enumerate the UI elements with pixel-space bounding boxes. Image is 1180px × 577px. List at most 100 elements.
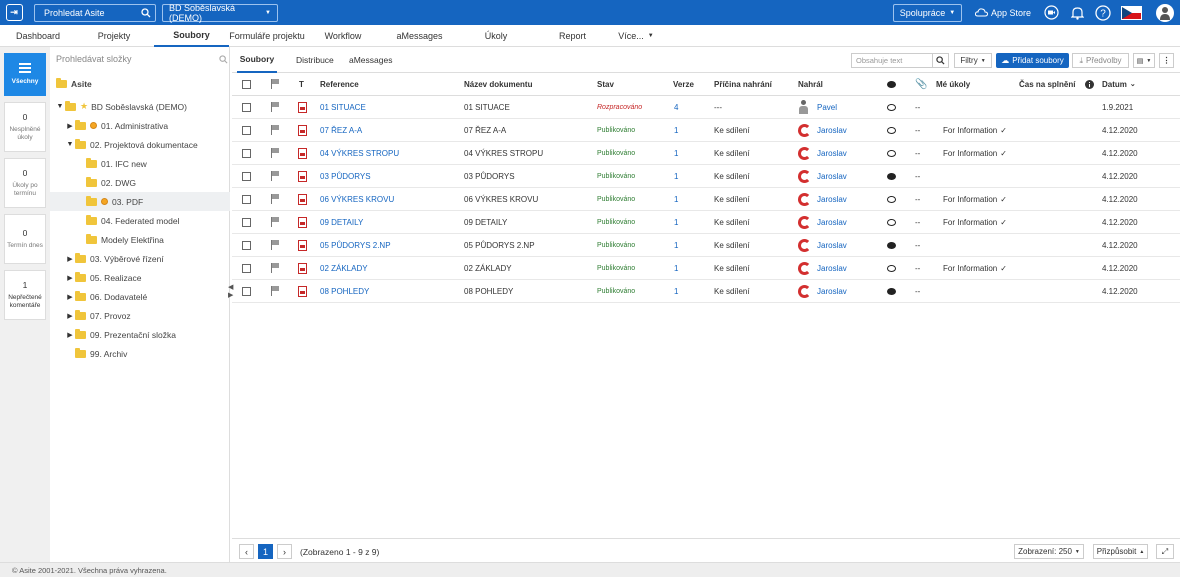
nav-projects[interactable]: Projekty bbox=[76, 25, 152, 47]
row-comments[interactable] bbox=[887, 257, 896, 279]
table-row[interactable]: 07 ŘEZ A-A 07 ŘEZ A-A Publikováno 1 Ke sdíle… bbox=[232, 119, 1180, 142]
row-checkbox[interactable] bbox=[242, 211, 251, 233]
row-uploader[interactable]: Jaroslav bbox=[798, 188, 847, 210]
row-uploader-name[interactable]: Jaroslav bbox=[817, 218, 847, 227]
preferences-button[interactable]: ⤓ Předvolby bbox=[1072, 53, 1129, 68]
col-date[interactable]: Datum ⌄ bbox=[1102, 73, 1136, 95]
row-comments[interactable] bbox=[887, 96, 896, 118]
checkbox[interactable] bbox=[242, 240, 251, 250]
row-flag[interactable] bbox=[271, 96, 280, 118]
checkbox[interactable] bbox=[242, 148, 251, 158]
checkbox[interactable] bbox=[242, 102, 251, 112]
tree-item-vyberove[interactable]: ▶ 03. Výběrové řízení bbox=[50, 249, 230, 268]
col-uploader[interactable]: Nahrál bbox=[798, 73, 823, 95]
video-icon[interactable] bbox=[1043, 5, 1059, 21]
row-uploader[interactable]: Jaroslav bbox=[798, 165, 847, 187]
tree-item-federated[interactable]: 04. Federated model bbox=[50, 211, 230, 230]
row-flag[interactable] bbox=[271, 257, 280, 279]
row-version[interactable]: 1 bbox=[674, 165, 678, 187]
prev-page-button[interactable]: ‹ bbox=[239, 544, 254, 559]
row-version[interactable]: 1 bbox=[674, 119, 678, 141]
row-version[interactable]: 1 bbox=[674, 142, 678, 164]
select-all-checkbox[interactable] bbox=[242, 73, 251, 95]
tree-item-realizace[interactable]: ▶ 05. Realizace bbox=[50, 268, 230, 287]
col-name[interactable]: Název dokumentu bbox=[464, 73, 532, 95]
more-options-button[interactable]: ⋮ bbox=[1159, 53, 1174, 68]
table-row[interactable]: 05 PŮDORYS 2.NP 05 PŮDORYS 2.NP Publikován… bbox=[232, 234, 1180, 257]
checkbox[interactable] bbox=[242, 125, 251, 135]
chevron-right-icon[interactable]: ▶ bbox=[65, 293, 75, 301]
comments-header-icon[interactable] bbox=[887, 73, 896, 95]
col-version[interactable]: Verze bbox=[673, 73, 694, 95]
row-reference[interactable]: 09 DETAILY bbox=[320, 211, 363, 233]
checkbox[interactable] bbox=[242, 286, 251, 296]
row-checkbox[interactable] bbox=[242, 188, 251, 210]
table-row[interactable]: 01 SITUACE 01 SITUACE Rozpracováno 4 --- Pave… bbox=[232, 96, 1180, 119]
row-uploader[interactable]: Jaroslav bbox=[798, 142, 847, 164]
app-store-link[interactable]: App Store bbox=[974, 8, 1031, 18]
row-uploader-name[interactable]: Jaroslav bbox=[817, 172, 847, 181]
rail-unread-comments[interactable]: 1 Nepřečtené komentáře bbox=[4, 270, 46, 320]
tree-item-prezentacni[interactable]: ▶ 09. Prezentační složka bbox=[50, 325, 230, 344]
table-row[interactable]: 09 DETAILY 09 DETAILY Publikováno 1 Ke sdíle… bbox=[232, 211, 1180, 234]
nav-files[interactable]: Soubory bbox=[154, 25, 229, 47]
row-reference[interactable]: 04 VÝKRES STROPU bbox=[320, 142, 399, 164]
rail-open-tasks[interactable]: 0 Nesplněné úkoly bbox=[4, 102, 46, 152]
tree-item-project[interactable]: ▼ ★ BD Soběslavská (DEMO) bbox=[50, 97, 230, 116]
nav-amessages[interactable]: aMessages bbox=[381, 25, 458, 47]
tree-item-dwg[interactable]: 02. DWG bbox=[50, 173, 230, 192]
row-uploader-name[interactable]: Jaroslav bbox=[817, 126, 847, 135]
chevron-right-icon[interactable]: ▶ bbox=[65, 274, 75, 282]
flag-header-icon[interactable] bbox=[271, 73, 280, 95]
row-checkbox[interactable] bbox=[242, 96, 251, 118]
row-version[interactable]: 4 bbox=[674, 96, 678, 118]
collaboration-button[interactable]: Spolupráce ▼ bbox=[892, 3, 962, 22]
row-flag[interactable] bbox=[271, 119, 280, 141]
col-reason[interactable]: Příčina nahrání bbox=[714, 73, 772, 95]
row-version[interactable]: 1 bbox=[674, 280, 678, 302]
row-version[interactable]: 1 bbox=[674, 211, 678, 233]
search-icon[interactable] bbox=[141, 7, 151, 18]
row-uploader[interactable]: Jaroslav bbox=[798, 119, 847, 141]
row-comments[interactable] bbox=[887, 119, 896, 141]
row-checkbox[interactable] bbox=[242, 165, 251, 187]
row-reference[interactable]: 08 POHLEDY bbox=[320, 280, 369, 302]
row-uploader-name[interactable]: Jaroslav bbox=[817, 149, 847, 158]
row-version[interactable]: 1 bbox=[674, 234, 678, 256]
row-flag[interactable] bbox=[271, 165, 280, 187]
tree-item-archiv[interactable]: 99. Archiv bbox=[50, 344, 230, 363]
project-select[interactable]: BD Soběslavská (DEMO) ▼ bbox=[162, 3, 278, 23]
tree-item-asite[interactable]: Asite bbox=[50, 74, 230, 93]
rail-overdue-tasks[interactable]: 0 Úkoly po termínu bbox=[4, 158, 46, 208]
row-reference[interactable]: 03 PŮDORYS bbox=[320, 165, 371, 187]
tree-item-administrativa[interactable]: ▶ 01. Administrativa bbox=[50, 116, 230, 135]
row-checkbox[interactable] bbox=[242, 119, 251, 141]
nav-report[interactable]: Report bbox=[534, 25, 611, 47]
folder-search[interactable]: Prohledávat složky bbox=[56, 52, 228, 66]
info-icon[interactable] bbox=[1085, 73, 1094, 95]
row-type[interactable] bbox=[298, 119, 307, 141]
checkbox[interactable] bbox=[242, 194, 251, 204]
row-version[interactable]: 1 bbox=[674, 188, 678, 210]
row-comments[interactable] bbox=[887, 188, 896, 210]
bell-icon[interactable] bbox=[1069, 5, 1085, 21]
checkbox[interactable] bbox=[242, 79, 251, 89]
nav-more[interactable]: Více... ▼ bbox=[611, 25, 661, 47]
tree-item-elektrina[interactable]: Modely Elektřina bbox=[50, 230, 230, 249]
col-reference[interactable]: Reference bbox=[320, 73, 359, 95]
row-checkbox[interactable] bbox=[242, 257, 251, 279]
tab-distribution[interactable]: Distribuce bbox=[296, 47, 334, 73]
chevron-right-icon[interactable]: ▶ bbox=[65, 312, 75, 320]
row-checkbox[interactable] bbox=[242, 280, 251, 302]
row-checkbox[interactable] bbox=[242, 142, 251, 164]
row-flag[interactable] bbox=[271, 211, 280, 233]
row-type[interactable] bbox=[298, 96, 307, 118]
row-uploader-name[interactable]: Pavel bbox=[817, 103, 837, 112]
row-comments[interactable] bbox=[887, 234, 896, 256]
global-search[interactable]: Prohledat Asite bbox=[34, 3, 156, 22]
checkbox[interactable] bbox=[242, 263, 251, 273]
row-comments[interactable] bbox=[887, 280, 896, 302]
nav-tasks[interactable]: Úkoly bbox=[458, 25, 534, 47]
row-reference[interactable]: 02 ZÁKLADY bbox=[320, 257, 368, 279]
row-flag[interactable] bbox=[271, 280, 280, 302]
